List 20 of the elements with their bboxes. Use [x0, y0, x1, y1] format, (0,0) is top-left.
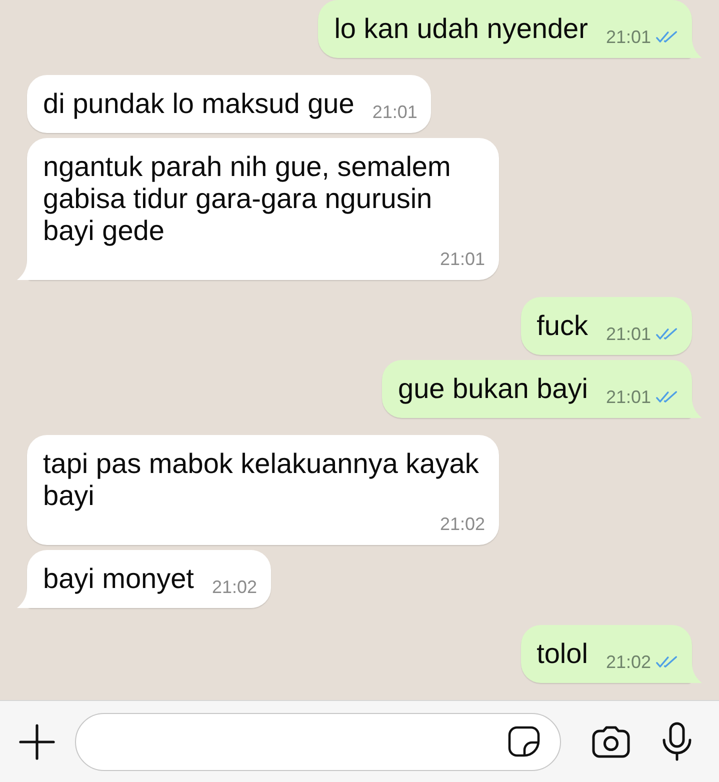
message-text: bayi monyet [43, 563, 194, 595]
plus-icon[interactable] [19, 724, 55, 760]
message-time: 21:01 [606, 324, 651, 344]
message-time: 21:02 [212, 577, 258, 597]
camera-icon[interactable] [592, 726, 630, 758]
message-text: fuck [536, 310, 588, 342]
message-time: 21:01 [440, 249, 485, 269]
message-text: di pundak lo maksud gue [43, 88, 354, 120]
message-time: 21:01 [372, 102, 418, 122]
message-text: tolol [536, 638, 588, 670]
message-time: 21:01 [606, 387, 651, 407]
message-time: 21:02 [440, 514, 485, 534]
message-time: 21:01 [606, 27, 651, 47]
sticker-icon[interactable] [508, 726, 540, 757]
message-time: 21:02 [606, 652, 651, 672]
message-text: lo kan udah nyender [334, 13, 588, 45]
message-text: gue bukan bayi [398, 373, 588, 405]
microphone-icon[interactable] [662, 722, 692, 761]
message-text: tapi pas mabok kelakuannya kayak bayi [43, 448, 480, 512]
message-text: ngantuk parah nih gue, semalem gabisa tidur gara-gara ngurusin bayi gede [43, 151, 452, 247]
